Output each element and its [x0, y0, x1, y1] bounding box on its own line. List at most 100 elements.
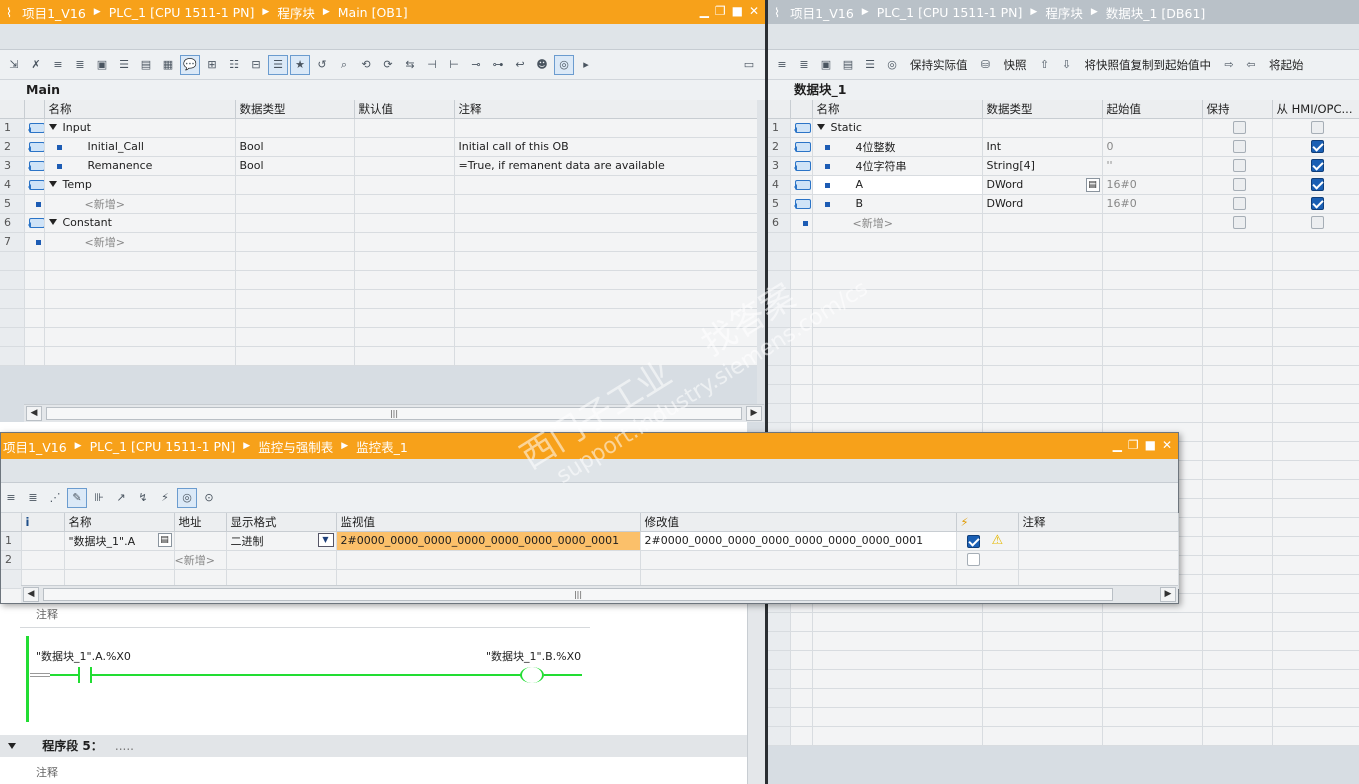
col-type[interactable]: 数据类型: [982, 100, 1103, 119]
expand-icon[interactable]: [48, 181, 57, 191]
table-row[interactable]: 2 4位整数 Int 0: [768, 137, 1359, 157]
col-modify[interactable]: 修改值: [640, 513, 957, 532]
breadcrumb-plc[interactable]: PLC_1 [CPU 1511-1 PN]: [877, 5, 1023, 20]
tag-picker-icon[interactable]: ▤: [157, 532, 172, 547]
monitor-icon[interactable]: ◎: [882, 55, 902, 75]
retain-checkbox[interactable]: [1232, 140, 1246, 154]
breadcrumb-plc[interactable]: PLC_1 [CPU 1511-1 PN]: [90, 439, 236, 454]
branch-icon[interactable]: ⊸: [466, 55, 486, 75]
append-row-icon[interactable]: ≣: [23, 488, 43, 508]
table-row[interactable]: 1 "数据块_1".A ▤ 二进制 ▼ 2#0000_0000_0000_0000_…: [1, 530, 1179, 551]
modify-trigger-icon[interactable]: ↯: [133, 488, 153, 508]
breadcrumb-folder[interactable]: 程序块: [277, 3, 315, 22]
box-icon[interactable]: ⊢: [444, 55, 464, 75]
more-arrow-icon[interactable]: ▸: [576, 55, 596, 75]
no-contact-icon[interactable]: [78, 667, 92, 683]
pin-icon[interactable]: ⌇: [774, 5, 780, 20]
pin-icon[interactable]: ⌇: [6, 5, 12, 20]
type-picker-icon[interactable]: ▤: [1085, 177, 1100, 192]
hmi-checkbox[interactable]: [1311, 159, 1324, 173]
format-dropdown-icon[interactable]: ▼: [317, 532, 334, 547]
snapshot-button[interactable]: 快照: [998, 57, 1033, 73]
modify-value-input[interactable]: 2#0000_0000_0000_0000_0000_0000_0000_000…: [639, 530, 957, 551]
retain-checkbox[interactable]: [1232, 197, 1246, 211]
breadcrumb-project[interactable]: 项目1_V16: [790, 3, 854, 22]
scroll-right-icon[interactable]: ▶: [746, 406, 762, 421]
modify-icon[interactable]: ✎: [67, 487, 87, 508]
keep-actual-button[interactable]: 保持实际值: [904, 57, 974, 73]
append-row-icon[interactable]: ≣: [70, 55, 90, 75]
force-icon[interactable]: ⚡: [155, 488, 175, 508]
scroll-thumb[interactable]: |||: [46, 407, 742, 420]
network-comment-icon[interactable]: ⊞: [202, 55, 222, 75]
list-icon[interactable]: ☰: [114, 55, 134, 75]
minimize-icon[interactable]: ▁: [1113, 438, 1122, 452]
panel-icon[interactable]: ▭: [739, 55, 759, 75]
scroll-left-icon[interactable]: ◀: [23, 587, 39, 602]
minimize-icon[interactable]: ▁: [700, 4, 709, 18]
search-icon[interactable]: ⌕: [334, 55, 354, 75]
col-monitor[interactable]: 监视值: [336, 513, 641, 532]
table-row[interactable]: 1 Static: [768, 118, 1359, 138]
table-row[interactable]: 3 4位字符串 String[4] '': [768, 156, 1359, 176]
breadcrumb-project[interactable]: 项目1_V16: [3, 437, 67, 456]
delete-network-icon[interactable]: ✗: [26, 55, 46, 75]
watch-hscrollbar[interactable]: ◀ ||| ▶: [21, 585, 1178, 603]
col-comment[interactable]: 注释: [454, 100, 758, 119]
maximize-icon[interactable]: ■: [732, 4, 743, 18]
breadcrumb-table[interactable]: 监控表_1: [356, 437, 408, 456]
table-row[interactable]: 5 B DWord 16#0: [768, 194, 1359, 214]
symbol-icon[interactable]: ⊟: [246, 55, 266, 75]
hmi-checkbox[interactable]: [1311, 178, 1324, 192]
table-icon[interactable]: ▦: [158, 55, 178, 75]
monitor-all-icon[interactable]: ◎: [177, 487, 197, 508]
modify-checkbox[interactable]: [966, 534, 980, 548]
coil-operand[interactable]: "数据块_1".B.%X0: [486, 648, 581, 664]
col-name[interactable]: 名称: [812, 100, 983, 119]
absolute-icon[interactable]: ☰: [268, 54, 288, 75]
restore-icon[interactable]: ❐: [1128, 438, 1139, 452]
watch-title-bar[interactable]: 项目1_V16 ▶ PLC_1 [CPU 1511-1 PN] ▶ 监控与强制表 ▶ …: [1, 433, 1178, 459]
table-row[interactable]: 5 <新增>: [0, 194, 758, 214]
snapshot-icon[interactable]: ⛁: [976, 55, 996, 75]
append-row-icon[interactable]: ≣: [794, 55, 814, 75]
close-branch-icon[interactable]: ↩: [510, 55, 530, 75]
copy-snapshot-button[interactable]: 将快照值复制到起始值中: [1079, 57, 1218, 73]
breadcrumb-plc[interactable]: PLC_1 [CPU 1511-1 PN]: [109, 5, 255, 20]
goto-next-icon[interactable]: ⟳: [378, 55, 398, 75]
coil-icon[interactable]: [520, 667, 544, 683]
list-icon[interactable]: ☰: [860, 55, 880, 75]
star-icon[interactable]: ★: [290, 54, 310, 75]
collapse-all-icon[interactable]: ▤: [838, 55, 858, 75]
breadcrumb-folder[interactable]: 监控与强制表: [258, 437, 333, 456]
maximize-icon[interactable]: ■: [1145, 438, 1156, 452]
expand-icon[interactable]: [816, 124, 825, 134]
col-address[interactable]: 地址: [174, 513, 227, 532]
col-hmi[interactable]: 从 HMI/OPC...: [1272, 100, 1359, 119]
close-icon[interactable]: ✕: [1162, 438, 1172, 452]
retain-checkbox[interactable]: [1232, 121, 1246, 135]
network-comment[interactable]: 注释: [36, 764, 58, 780]
scroll-thumb[interactable]: |||: [43, 588, 1113, 601]
table-row[interactable]: 6 Constant: [0, 213, 758, 233]
monitor-once-icon[interactable]: ⊙: [199, 488, 219, 508]
restore-icon[interactable]: ❐: [715, 4, 726, 18]
monitor-icon[interactable]: ◎: [554, 54, 574, 75]
breadcrumb-folder[interactable]: 程序块: [1045, 3, 1083, 22]
goto-previous-icon[interactable]: ⟲: [356, 55, 376, 75]
table-row[interactable]: 2 <新增>: [1, 550, 1179, 570]
ladder-comment[interactable]: 注释: [36, 606, 58, 622]
scroll-right-icon[interactable]: ▶: [1160, 587, 1176, 602]
col-start[interactable]: 起始值: [1102, 100, 1203, 119]
retain-checkbox[interactable]: [1232, 216, 1246, 230]
col-type[interactable]: 数据类型: [235, 100, 355, 119]
col-force[interactable]: ⚡: [956, 513, 1019, 532]
contact-operand[interactable]: "数据块_1".A.%X0: [36, 648, 131, 664]
block-icon[interactable]: ▣: [92, 55, 112, 75]
table-row[interactable]: 6 <新增>: [768, 213, 1359, 233]
expand-icon[interactable]: ⋰: [45, 488, 65, 508]
network-header[interactable]: 程序段 5： .....: [0, 735, 747, 757]
breadcrumb-block[interactable]: 数据块_1 [DB61]: [1106, 3, 1206, 22]
collapse-network-icon[interactable]: [8, 743, 16, 753]
col-retain[interactable]: 保持: [1202, 100, 1273, 119]
